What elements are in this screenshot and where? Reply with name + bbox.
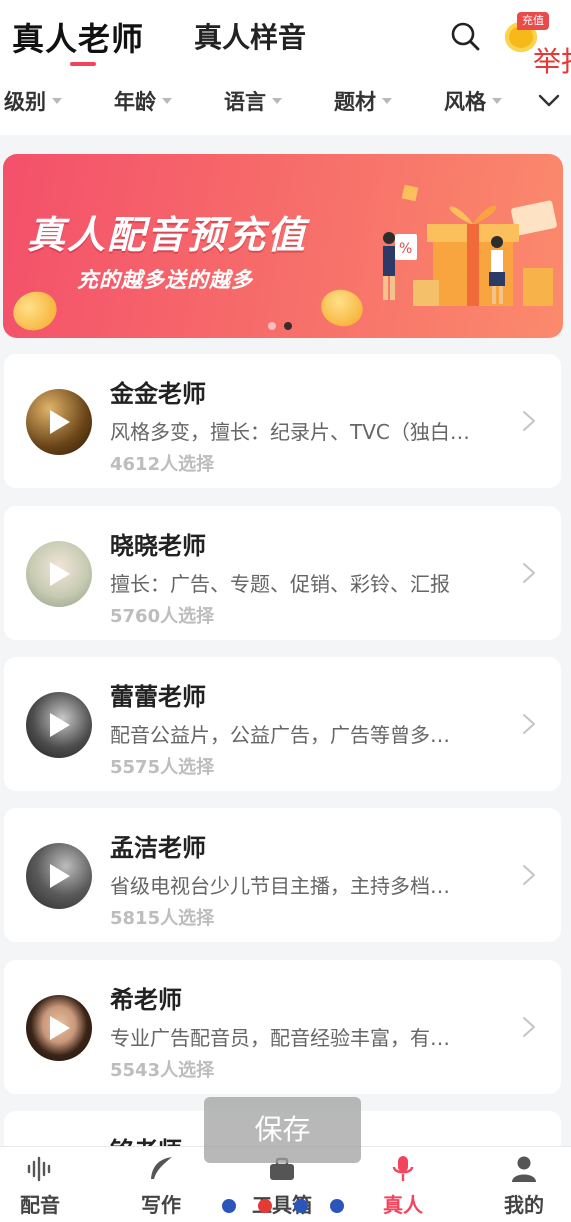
caret-down-icon — [492, 98, 502, 104]
top-header: 真人老师 真人样音 充值 举报 级别 年龄 语言 题材 风格 — [0, 0, 571, 135]
filter-label: 年龄 — [114, 90, 156, 114]
filter-label: 语言 — [224, 90, 266, 114]
tab-real-samples[interactable]: 真人样音 — [194, 16, 306, 56]
teacher-select-count: 5543人选择 — [110, 1060, 215, 1081]
waveform-icon — [27, 1156, 51, 1182]
play-icon — [50, 562, 70, 586]
pager-dot — [222, 1199, 236, 1213]
play-icon — [50, 864, 70, 888]
teacher-description: 专业广告配音员，配音经验丰富，有… — [110, 1026, 450, 1050]
tab-real-teacher[interactable]: 真人老师 — [12, 14, 144, 60]
teacher-description: 擅长：广告、专题、促销、彩铃、汇报 — [110, 572, 450, 596]
avatar[interactable] — [26, 995, 92, 1061]
avatar[interactable] — [26, 389, 92, 455]
filter-bar: 级别 年龄 语言 题材 风格 — [0, 86, 571, 122]
avatar[interactable] — [26, 541, 92, 607]
report-link[interactable]: 举报 — [533, 40, 571, 80]
caret-down-icon — [162, 98, 172, 104]
search-icon[interactable] — [449, 20, 481, 52]
microphone-icon — [392, 1156, 414, 1181]
person-icon — [512, 1156, 536, 1182]
svg-text:%: % — [399, 241, 412, 257]
banner-title: 真人配音预充值 — [27, 213, 308, 257]
pager-dot-active — [258, 1199, 272, 1213]
avatar[interactable] — [26, 692, 92, 758]
coin-decoration-icon — [317, 285, 367, 331]
play-icon — [50, 410, 70, 434]
nav-label: 真人 — [383, 1193, 423, 1217]
teacher-name: 晓晓老师 — [110, 532, 206, 560]
banner-pagination — [268, 322, 292, 330]
caret-down-icon — [272, 98, 282, 104]
nav-real-person[interactable]: 真人 — [358, 1147, 448, 1222]
nav-writing[interactable]: 写作 — [116, 1147, 206, 1222]
filter-genre[interactable]: 题材 — [334, 86, 392, 116]
active-tab-indicator — [70, 62, 96, 66]
nav-dubbing[interactable]: 配音 — [0, 1147, 85, 1222]
pagination-dot[interactable] — [268, 322, 276, 330]
filter-label: 级别 — [4, 90, 46, 114]
banner-subtitle: 充的越多送的越多 — [77, 268, 253, 292]
teacher-name: 孟洁老师 — [110, 834, 206, 862]
filter-language[interactable]: 语言 — [224, 86, 282, 116]
teacher-description: 配音公益片，公益广告，广告等曾多… — [110, 723, 450, 747]
teacher-card[interactable]: 蕾蕾老师 配音公益片，公益广告，广告等曾多… 5575人选择 — [4, 657, 561, 791]
teacher-card[interactable]: 晓晓老师 擅长：广告、专题、促销、彩铃、汇报 5760人选择 — [4, 506, 561, 640]
teacher-description: 风格多变，擅长：纪录片、TVC（独白… — [110, 420, 470, 444]
promo-banner[interactable]: 真人配音预充值 充的越多送的越多 % — [3, 154, 563, 338]
screen-pager-dots — [222, 1199, 352, 1215]
chevron-right-icon — [523, 563, 535, 583]
teacher-select-count: 5815人选择 — [110, 908, 215, 929]
chevron-right-icon — [523, 714, 535, 734]
filter-style[interactable]: 风格 — [444, 86, 502, 116]
teacher-name: 希老师 — [110, 986, 182, 1014]
filter-label: 风格 — [444, 90, 486, 114]
filter-label: 题材 — [334, 90, 376, 114]
chevron-down-icon[interactable] — [538, 94, 560, 108]
teacher-description: 省级电视台少儿节目主播，主持多档… — [110, 874, 450, 898]
pager-dot — [330, 1199, 344, 1213]
pager-dot — [294, 1199, 308, 1213]
nav-mine[interactable]: 我的 — [479, 1147, 569, 1222]
play-icon — [50, 713, 70, 737]
teacher-select-count: 4612人选择 — [110, 454, 215, 475]
chevron-right-icon — [523, 865, 535, 885]
chevron-right-icon — [523, 411, 535, 431]
nav-label: 写作 — [141, 1193, 181, 1217]
teacher-name: 蕾蕾老师 — [110, 683, 206, 711]
save-button[interactable]: 保存 — [204, 1097, 361, 1163]
teacher-card[interactable]: 孟洁老师 省级电视台少儿节目主播，主持多档… 5815人选择 — [4, 808, 561, 942]
teacher-select-count: 5575人选择 — [110, 757, 215, 778]
gift-illustration-icon: % — [383, 184, 557, 306]
caret-down-icon — [52, 98, 62, 104]
pagination-dot-active[interactable] — [284, 322, 292, 330]
feather-icon — [151, 1157, 172, 1179]
filter-age[interactable]: 年龄 — [114, 86, 172, 116]
avatar[interactable] — [26, 843, 92, 909]
teacher-name: 金金老师 — [110, 380, 206, 408]
teacher-card[interactable]: 希老师 专业广告配音员，配音经验丰富，有… 5543人选择 — [4, 960, 561, 1094]
filter-level[interactable]: 级别 — [4, 86, 62, 116]
teacher-select-count: 5760人选择 — [110, 606, 215, 627]
coin-decoration-icon — [7, 285, 63, 337]
play-icon — [50, 1016, 70, 1040]
recharge-badge[interactable]: 充值 — [517, 12, 549, 30]
caret-down-icon — [382, 98, 392, 104]
teacher-card[interactable]: 金金老师 风格多变，擅长：纪录片、TVC（独白… 4612人选择 — [4, 354, 561, 488]
nav-label: 配音 — [20, 1193, 60, 1217]
chevron-right-icon — [523, 1017, 535, 1037]
page: 真人老师 真人样音 充值 举报 级别 年龄 语言 题材 风格 — [0, 0, 571, 1222]
nav-label: 我的 — [504, 1193, 544, 1217]
